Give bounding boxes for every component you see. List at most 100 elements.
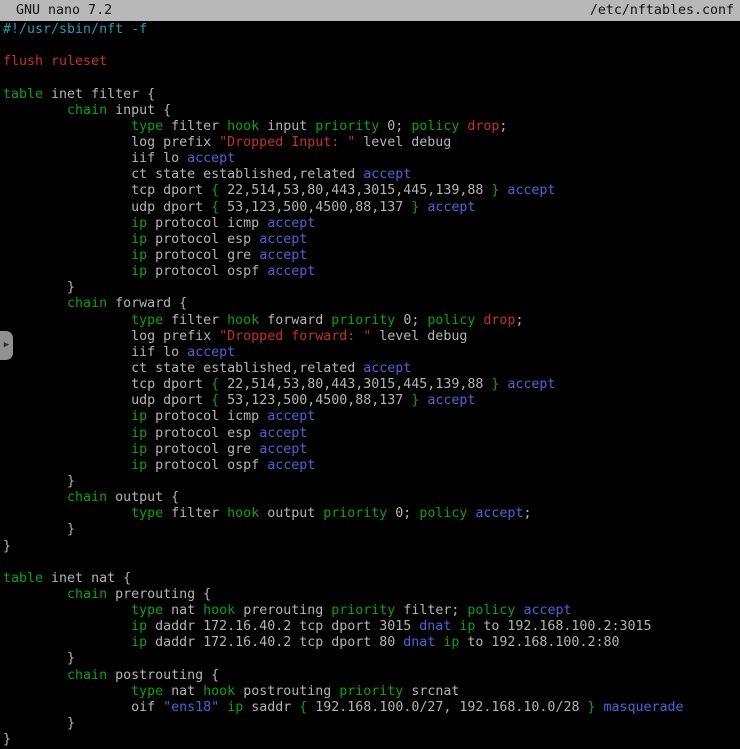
- code-token: accept: [427, 200, 475, 215]
- code-line: }: [3, 716, 740, 732]
- code-line: }: [3, 732, 740, 748]
- code-token: hook: [203, 603, 235, 618]
- code-token: output {: [107, 490, 179, 505]
- code-token: priority: [315, 119, 379, 134]
- code-token: iif lo: [131, 151, 187, 166]
- code-token: 22,514,53,80,443,3015,445,139,88: [219, 183, 491, 198]
- code-token: ip: [131, 442, 147, 457]
- code-token: [3, 216, 131, 231]
- code-token: to 192.168.100.2:3015: [475, 619, 651, 634]
- code-token: ip: [131, 232, 147, 247]
- code-token: 0;: [379, 119, 411, 134]
- code-token: {: [211, 377, 219, 392]
- code-line: log prefix "Dropped forward: " level deb…: [3, 329, 740, 345]
- code-token: prerouting {: [107, 587, 211, 602]
- code-token: accept: [187, 345, 235, 360]
- code-token: drop: [467, 119, 499, 134]
- code-token: 0;: [395, 313, 427, 328]
- code-token: accept: [267, 264, 315, 279]
- code-token: 53,123,500,4500,88,137: [219, 393, 411, 408]
- code-token: ip: [131, 619, 147, 634]
- code-token: [3, 248, 131, 263]
- code-token: protocol gre: [147, 442, 259, 457]
- code-token: type: [131, 603, 163, 618]
- code-token: ip: [131, 216, 147, 231]
- code-token: accept: [259, 426, 307, 441]
- code-token: accept: [507, 183, 555, 198]
- code-token: protocol ospf: [147, 264, 267, 279]
- code-token: type: [131, 119, 163, 134]
- code-token: output: [259, 506, 323, 521]
- code-token: [3, 135, 131, 150]
- code-line: chain input {: [3, 103, 740, 119]
- code-token: postrouting: [235, 684, 339, 699]
- code-line: ip protocol gre accept: [3, 442, 740, 458]
- code-line: }: [3, 474, 740, 490]
- code-token: }: [3, 651, 75, 666]
- code-token: table: [3, 87, 43, 102]
- code-token: ip: [131, 264, 147, 279]
- code-line: log prefix "Dropped Input: " level debug: [3, 135, 740, 151]
- code-token: policy: [419, 506, 467, 521]
- code-token: accept: [427, 393, 475, 408]
- code-line: #!/usr/sbin/nft -f: [3, 22, 740, 38]
- code-token: accept: [363, 361, 411, 376]
- code-token: chain: [67, 587, 107, 602]
- code-token: accept: [259, 232, 307, 247]
- code-token: ct state established,related: [131, 167, 363, 182]
- code-token: input {: [107, 103, 171, 118]
- code-token: accept: [267, 409, 315, 424]
- code-token: priority: [339, 684, 403, 699]
- code-token: [3, 668, 67, 683]
- code-token: dnat: [403, 635, 435, 650]
- code-token: accept: [259, 442, 307, 457]
- file-path: /etc/nftables.conf: [590, 0, 734, 21]
- code-token: policy: [467, 603, 515, 618]
- code-token: ip: [459, 619, 475, 634]
- code-token: [3, 296, 67, 311]
- code-token: accept: [267, 458, 315, 473]
- code-token: level debug: [371, 329, 467, 344]
- code-token: 192.168.100.0/27, 192.168.10.0/28: [307, 700, 587, 715]
- code-token: type: [131, 313, 163, 328]
- code-token: hook: [227, 506, 259, 521]
- side-panel-handle[interactable]: ▶: [0, 331, 13, 360]
- code-line: iif lo accept: [3, 151, 740, 167]
- code-line: udp dport { 53,123,500,4500,88,137 } acc…: [3, 393, 740, 409]
- code-token: to 192.168.100.2:80: [459, 635, 619, 650]
- code-line: type nat hook postrouting priority srcna…: [3, 684, 740, 700]
- code-line: type filter hook output priority 0; poli…: [3, 506, 740, 522]
- code-line: ip protocol ospf accept: [3, 458, 740, 474]
- code-token: type: [131, 684, 163, 699]
- code-line: ip protocol gre accept: [3, 248, 740, 264]
- code-line: chain output {: [3, 490, 740, 506]
- editor-content[interactable]: #!/usr/sbin/nft -f flush ruleset table i…: [3, 22, 740, 748]
- code-token: {: [211, 393, 219, 408]
- code-token: [3, 329, 131, 344]
- code-line: chain forward {: [3, 296, 740, 312]
- code-token: priority: [331, 603, 395, 618]
- code-line: chain prerouting {: [3, 587, 740, 603]
- code-token: [219, 700, 227, 715]
- code-token: [3, 684, 131, 699]
- code-token: table: [3, 571, 43, 586]
- code-token: daddr 172.16.40.2 tcp dport 80: [147, 635, 403, 650]
- code-token: [3, 167, 131, 182]
- code-token: [3, 635, 131, 650]
- code-line: ct state established,related accept: [3, 167, 740, 183]
- code-token: udp dport: [131, 393, 211, 408]
- code-line: ip daddr 172.16.40.2 tcp dport 3015 dnat…: [3, 619, 740, 635]
- code-token: [3, 490, 67, 505]
- code-token: [3, 103, 67, 118]
- code-line: }: [3, 522, 740, 538]
- code-line: [3, 38, 740, 54]
- code-token: protocol esp: [147, 232, 259, 247]
- code-token: filter: [163, 506, 227, 521]
- code-token: protocol esp: [147, 426, 259, 441]
- code-token: [3, 264, 131, 279]
- code-token: [3, 506, 131, 521]
- code-token: inet nat {: [43, 571, 131, 586]
- code-token: protocol icmp: [147, 216, 267, 231]
- code-token: filter: [163, 313, 227, 328]
- code-token: daddr 172.16.40.2 tcp dport 3015: [147, 619, 419, 634]
